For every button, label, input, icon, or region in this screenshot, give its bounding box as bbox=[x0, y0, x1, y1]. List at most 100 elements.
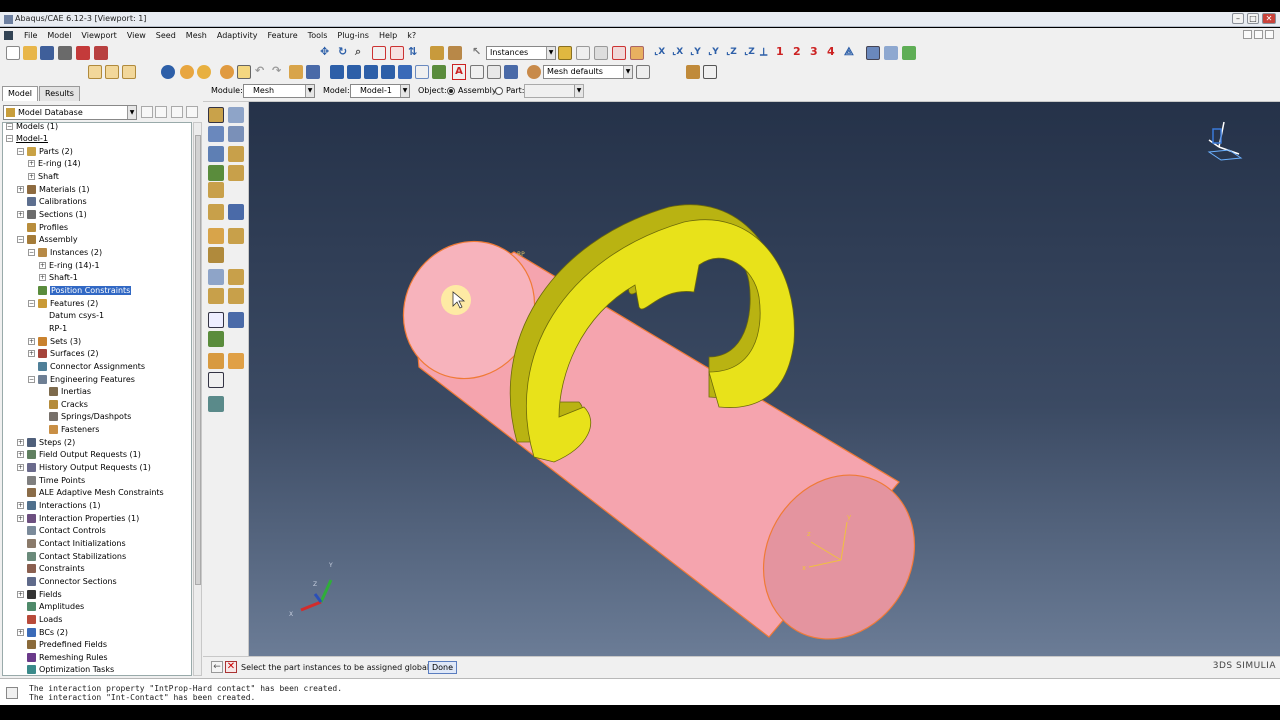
toggle-datum-icon[interactable] bbox=[430, 46, 444, 60]
expand-icon[interactable]: + bbox=[39, 274, 46, 282]
reference-point-icon[interactable] bbox=[208, 331, 224, 347]
tree-item[interactable]: Time Points bbox=[17, 474, 85, 486]
tree-item[interactable]: + Steps (2) bbox=[17, 436, 75, 448]
mesh-part-icon[interactable] bbox=[686, 65, 700, 79]
measure-icon[interactable] bbox=[487, 65, 501, 79]
render-style-select[interactable]: Mesh defaults ▼ bbox=[543, 65, 633, 79]
menu-tools[interactable]: Tools bbox=[303, 31, 333, 40]
delete-seeds-icon[interactable] bbox=[208, 126, 224, 142]
expand-icon[interactable]: + bbox=[17, 628, 24, 636]
mesh-instance-icon[interactable] bbox=[208, 182, 224, 198]
surface-manager-icon[interactable] bbox=[228, 353, 244, 369]
expand-icon[interactable]: + bbox=[28, 337, 35, 345]
tree-item[interactable]: Connector Sections bbox=[17, 575, 117, 587]
tree-item[interactable]: + Sections (1) bbox=[17, 209, 87, 221]
replace-selected-icon[interactable] bbox=[289, 65, 303, 79]
menu-adaptivity[interactable]: Adaptivity bbox=[212, 31, 263, 40]
filter-tree-icon[interactable] bbox=[141, 106, 153, 118]
tree-item[interactable]: Fasteners bbox=[39, 424, 99, 436]
tree-item[interactable]: + Surfaces (2) bbox=[28, 348, 99, 360]
scrollbar-thumb[interactable] bbox=[195, 135, 201, 585]
partition-icon[interactable] bbox=[208, 204, 224, 220]
shaded-icon[interactable] bbox=[902, 46, 916, 60]
new-file-icon[interactable] bbox=[6, 46, 20, 60]
seed-part-instance-icon[interactable] bbox=[208, 107, 224, 123]
collapse-icon[interactable]: − bbox=[17, 236, 24, 244]
virtual-topology-icon[interactable] bbox=[228, 204, 244, 220]
tree-item[interactable]: Cracks bbox=[39, 398, 88, 410]
menu-file[interactable]: File bbox=[19, 31, 42, 40]
collapse-icon[interactable]: − bbox=[6, 123, 13, 130]
color-parts-icon[interactable] bbox=[197, 65, 211, 79]
expand-icon[interactable]: + bbox=[28, 160, 35, 168]
tile-vertical-icon[interactable] bbox=[381, 65, 395, 79]
tree-item[interactable]: Contact Controls bbox=[17, 525, 106, 537]
tree-item[interactable]: RP-1 bbox=[39, 322, 67, 334]
rotate-icon[interactable]: ↻ bbox=[338, 45, 347, 59]
cancel-button[interactable]: ✕ bbox=[225, 661, 237, 673]
menu-model[interactable]: Model bbox=[42, 31, 76, 40]
tree-item[interactable]: − Model-1 bbox=[6, 133, 48, 145]
node-query-icon[interactable] bbox=[208, 372, 224, 388]
camera-icon[interactable] bbox=[398, 65, 412, 79]
datum-csys-icon[interactable] bbox=[208, 312, 224, 328]
part-select[interactable]: ▼ bbox=[524, 84, 584, 98]
select-circle-icon[interactable] bbox=[612, 46, 626, 60]
select-arrow-icon[interactable] bbox=[237, 65, 251, 79]
tree-item[interactable]: Connector Assignments bbox=[28, 360, 145, 372]
query-info-icon[interactable] bbox=[161, 65, 175, 79]
print-icon[interactable] bbox=[58, 46, 72, 60]
select-box-icon[interactable] bbox=[594, 46, 608, 60]
user-view-3-button[interactable]: 3 bbox=[810, 45, 818, 59]
selection-filter-select[interactable]: Instances ▼ bbox=[486, 46, 556, 60]
tree-item[interactable]: Constraints bbox=[17, 563, 85, 575]
instance-display-icon[interactable] bbox=[122, 65, 136, 79]
menu-help[interactable]: Help bbox=[374, 31, 402, 40]
tree-item[interactable]: + Interaction Properties (1) bbox=[17, 512, 139, 524]
tree-item[interactable]: − Assembly bbox=[17, 234, 78, 246]
expand-icon[interactable]: + bbox=[28, 173, 35, 181]
expand-icon[interactable]: + bbox=[17, 502, 24, 509]
datum-point-icon[interactable] bbox=[228, 269, 244, 285]
tile-horizontal-icon[interactable] bbox=[364, 65, 378, 79]
display-group-icon[interactable] bbox=[330, 65, 344, 79]
tree-options-icon[interactable] bbox=[186, 106, 198, 118]
expand-icon[interactable]: + bbox=[17, 438, 24, 446]
tree-item[interactable]: Contact Initializations bbox=[17, 537, 126, 549]
triad-view-icon[interactable]: ⟁ bbox=[844, 45, 854, 59]
tree-item[interactable]: + Shaft bbox=[28, 171, 59, 183]
text-annotate-icon[interactable]: A bbox=[452, 64, 466, 80]
tree-item[interactable]: Datum csys-1 bbox=[39, 310, 104, 322]
pointer-icon[interactable] bbox=[76, 46, 90, 60]
mesh-region-icon[interactable] bbox=[228, 165, 244, 181]
edit-mesh-icon[interactable] bbox=[208, 228, 224, 244]
menu-plugins[interactable]: Plug-ins bbox=[332, 31, 374, 40]
assembly-display-icon[interactable] bbox=[105, 65, 119, 79]
expand-icon[interactable]: + bbox=[17, 590, 24, 598]
create-feature-icon[interactable] bbox=[208, 269, 224, 285]
tree-item[interactable]: + E-ring (14)-1 bbox=[39, 259, 100, 271]
hidden-line-icon[interactable] bbox=[884, 46, 898, 60]
view-compass[interactable] bbox=[1207, 121, 1243, 161]
wireframe-icon[interactable] bbox=[866, 46, 880, 60]
user-view-1-button[interactable]: 1 bbox=[776, 45, 784, 59]
tree-item[interactable]: + Fields bbox=[17, 588, 62, 600]
view-iso-icon[interactable]: ⟂ bbox=[760, 45, 767, 59]
box-zoom-icon[interactable] bbox=[372, 46, 386, 60]
color-options-icon[interactable] bbox=[636, 65, 650, 79]
view-left-icon[interactable]: ⌞Z bbox=[726, 45, 737, 59]
select-from-viewport-icon[interactable] bbox=[558, 46, 572, 60]
expand-icon[interactable]: + bbox=[17, 211, 24, 219]
tree-item[interactable]: Position Constraints bbox=[28, 284, 132, 296]
cycle-views-icon[interactable]: ⇅ bbox=[408, 45, 417, 59]
verify-mesh-icon[interactable] bbox=[208, 165, 224, 181]
done-button[interactable]: Done bbox=[428, 661, 458, 674]
expand-icon[interactable]: + bbox=[28, 350, 35, 358]
datum-plane-icon[interactable] bbox=[228, 288, 244, 304]
tab-results[interactable]: Results bbox=[39, 86, 80, 101]
tools-icon[interactable] bbox=[208, 396, 224, 412]
open-file-icon[interactable] bbox=[23, 46, 37, 60]
auto-fit-icon[interactable] bbox=[390, 46, 404, 60]
view-cut-icon[interactable] bbox=[504, 65, 518, 79]
tree-item[interactable]: + History Output Requests (1) bbox=[17, 462, 151, 474]
